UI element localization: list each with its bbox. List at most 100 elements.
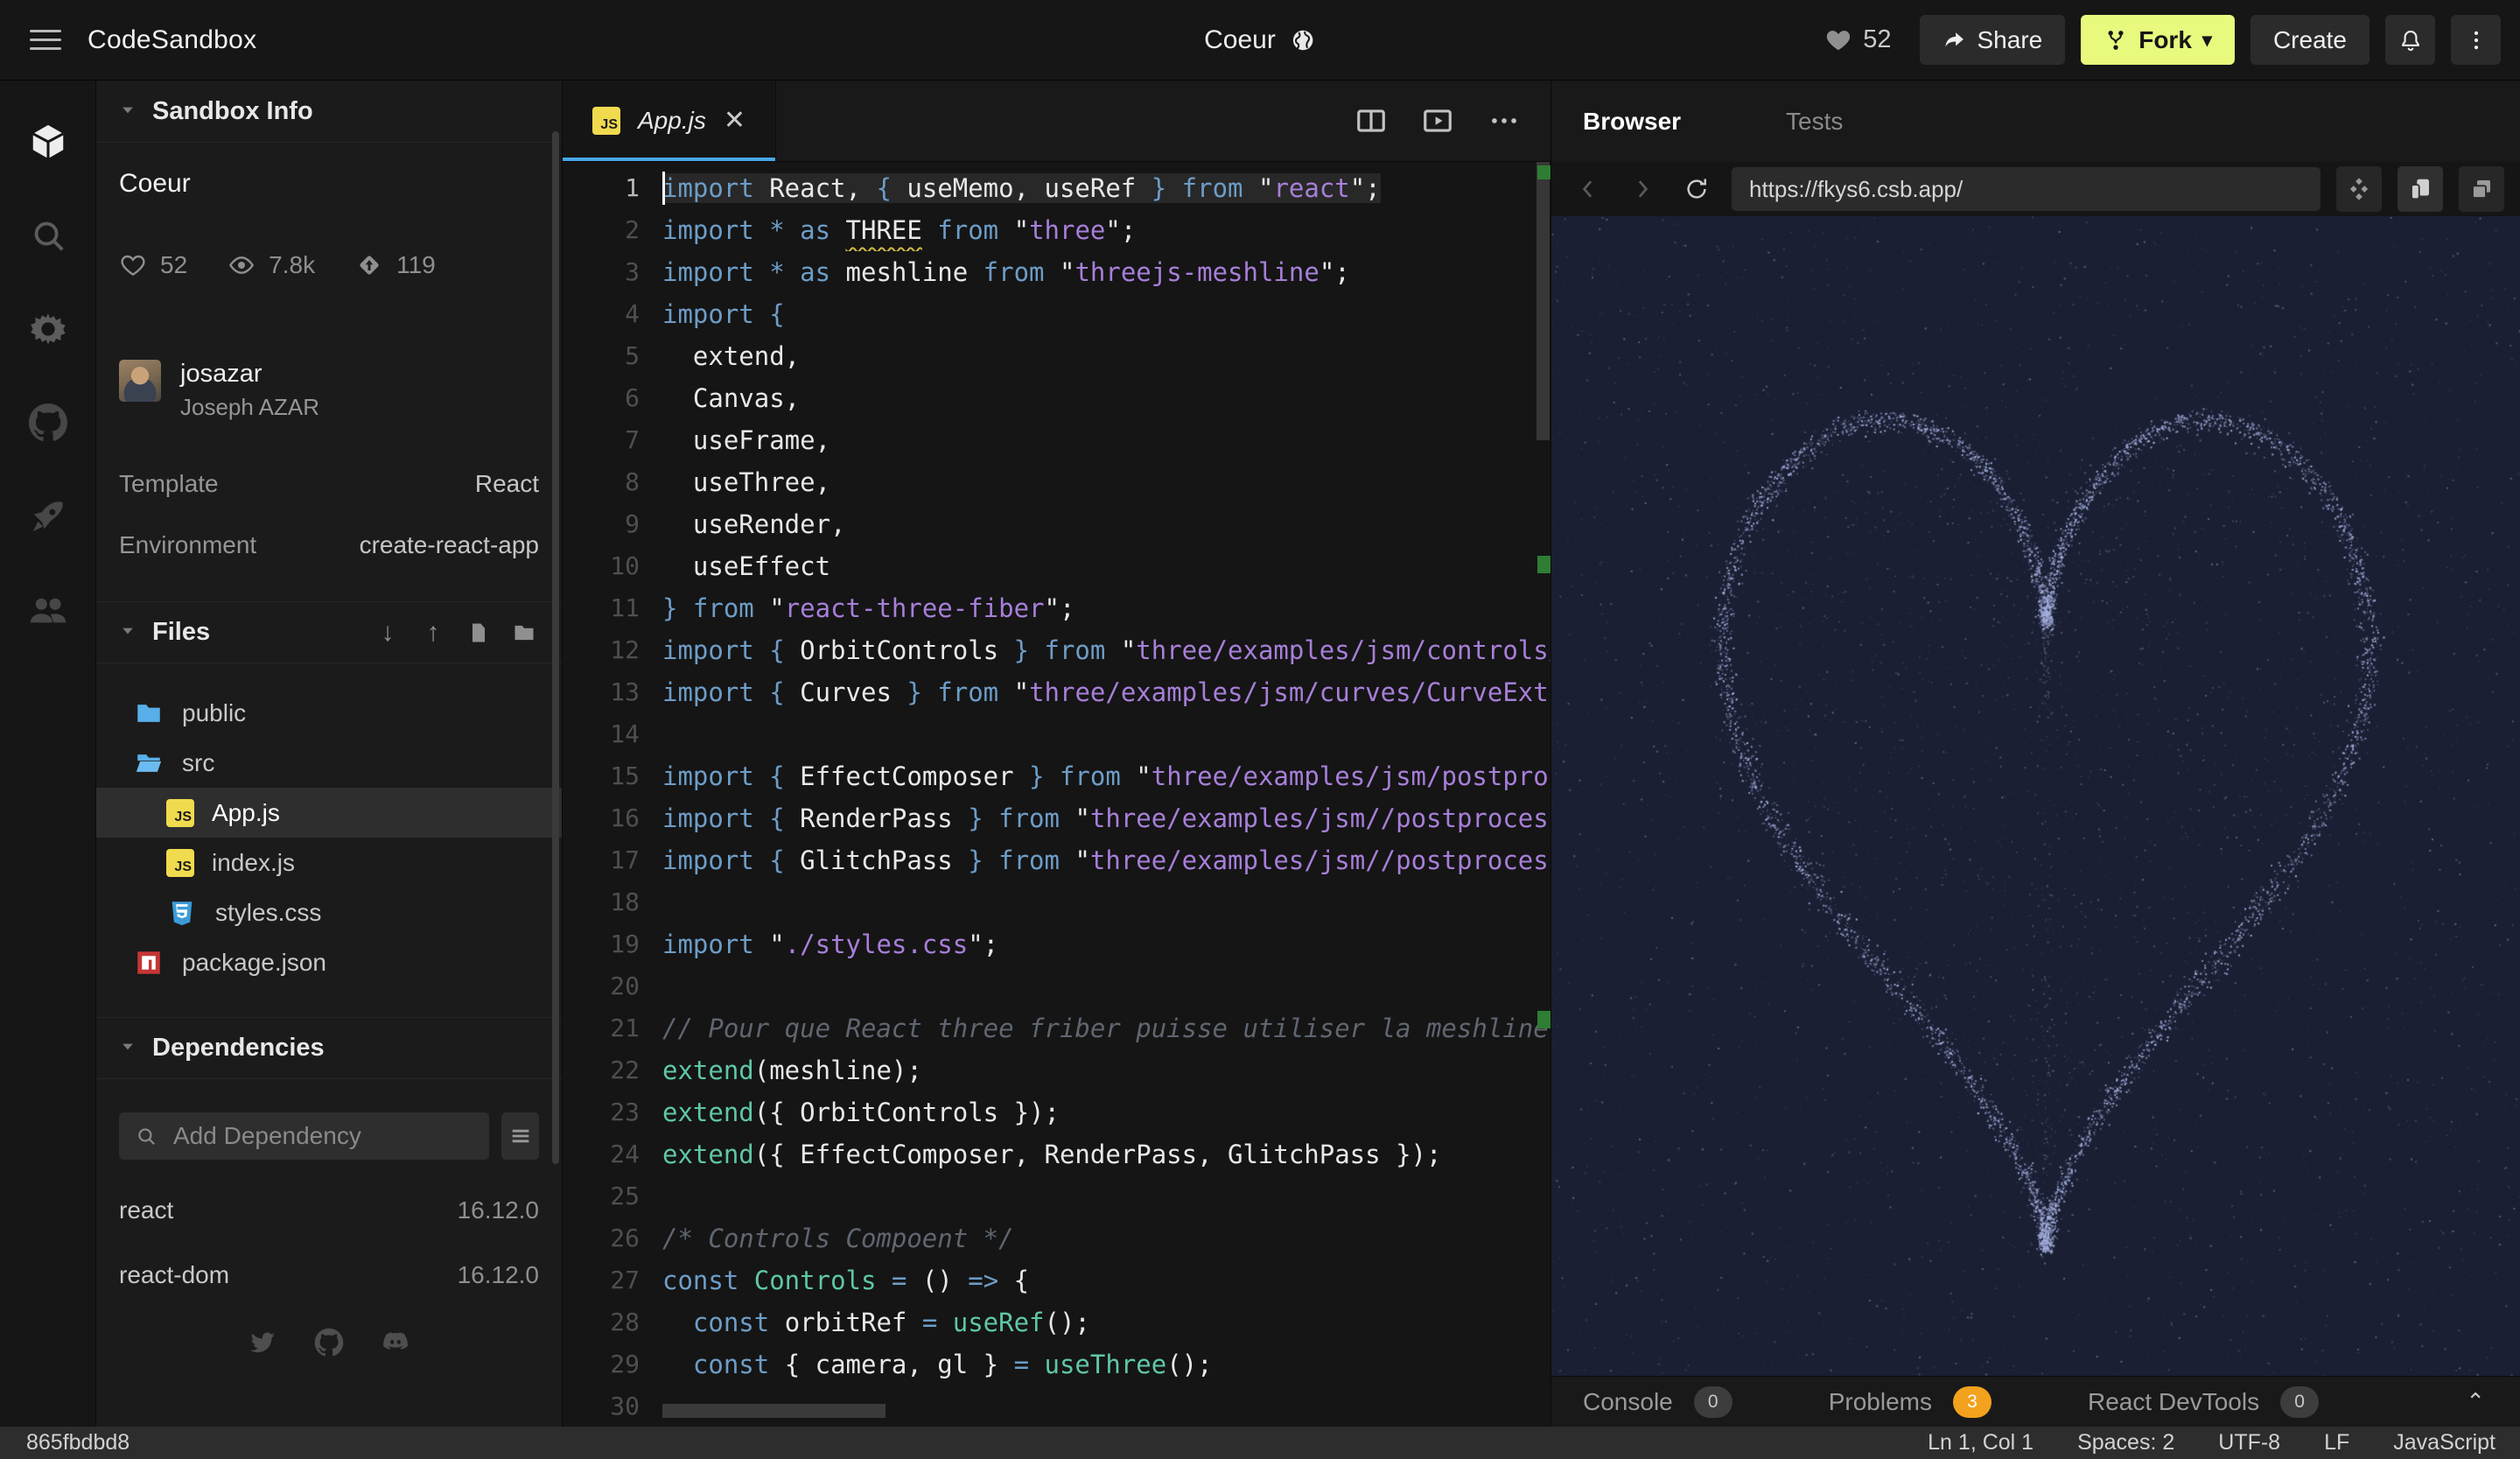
split-editor-icon[interactable]	[1354, 104, 1388, 137]
code-line-15[interactable]: 15 import { EffectComposer } from "three/…	[563, 755, 1550, 797]
preview-tab-browser[interactable]: Browser	[1583, 108, 1681, 136]
open-new-window-icon[interactable]	[2398, 166, 2443, 212]
discord-icon[interactable]	[381, 1328, 410, 1357]
code-line-25[interactable]: 25	[563, 1175, 1550, 1217]
more-options-button[interactable]	[2451, 15, 2501, 65]
url-input[interactable]	[1732, 167, 2320, 211]
sandbox-info-header[interactable]: Sandbox Info	[96, 81, 562, 143]
code-line-19[interactable]: 19 import "./styles.css";	[563, 923, 1550, 965]
preview-canvas[interactable]	[1551, 216, 2520, 1376]
refresh-icon[interactable]	[1677, 170, 1716, 208]
code-line-10[interactable]: 10 useEffect	[563, 545, 1550, 587]
code-line-4[interactable]: 4 import {	[563, 293, 1550, 335]
file-src[interactable]: src	[96, 738, 562, 788]
file-App.js[interactable]: JS App.js	[96, 788, 562, 838]
notifications-button[interactable]	[2385, 15, 2435, 65]
upload-icon[interactable]: ↑	[418, 618, 448, 648]
back-icon[interactable]	[1569, 170, 1607, 208]
code-line-8[interactable]: 8 useThree,	[563, 461, 1550, 503]
devtools-console[interactable]: Console 0	[1583, 1385, 1732, 1418]
menu-icon[interactable]	[30, 30, 61, 50]
author-row[interactable]: josazar Joseph AZAR	[119, 360, 539, 421]
rail-item-rocket[interactable]	[0, 469, 96, 563]
new-folder-icon[interactable]	[509, 618, 539, 648]
share-button[interactable]: Share	[1919, 15, 2066, 65]
close-icon[interactable]: ✕	[724, 108, 746, 134]
dependency-list-button[interactable]	[501, 1112, 539, 1160]
file-index.js[interactable]: JS index.js	[96, 838, 562, 887]
code-line-24[interactable]: 24 extend({ EffectComposer, RenderPass, G…	[563, 1133, 1550, 1175]
add-dependency-input[interactable]	[119, 1112, 489, 1160]
create-button[interactable]: Create	[2250, 15, 2370, 65]
collapse-devtools-icon[interactable]: ⌃	[2466, 1388, 2485, 1415]
code-line-28[interactable]: 28 const orbitRef = useRef();	[563, 1301, 1550, 1343]
status-spaces[interactable]: Spaces: 2	[2077, 1430, 2174, 1455]
new-file-icon[interactable]	[464, 618, 494, 648]
rail-item-users[interactable]	[0, 563, 96, 656]
rail-item-search[interactable]	[0, 188, 96, 282]
app-logo[interactable]: CodeSandbox	[88, 25, 256, 55]
rail-item-github[interactable]	[0, 375, 96, 469]
download-icon[interactable]: ↓	[373, 618, 402, 648]
code-line-13[interactable]: 13 import { Curves } from "three/examples…	[563, 671, 1550, 713]
editor-menu-icon[interactable]	[1488, 104, 1521, 137]
editor-scrollbar[interactable]	[1536, 162, 1550, 440]
file-styles.css[interactable]: styles.css	[96, 887, 562, 937]
like-count[interactable]: 52	[1824, 25, 1892, 54]
devtools-problems[interactable]: Problems 3	[1829, 1385, 1992, 1418]
code-line-6[interactable]: 6 Canvas,	[563, 377, 1550, 419]
status-lf[interactable]: LF	[2324, 1430, 2349, 1455]
rail-item-cube[interactable]	[0, 95, 96, 188]
line-number: 3	[625, 257, 640, 286]
code-line-23[interactable]: 23 extend({ OrbitControls });	[563, 1091, 1550, 1133]
sidebar-scrollbar[interactable]	[552, 131, 559, 1164]
code-line-21[interactable]: 21// Pour que React three friber puisse …	[563, 1007, 1550, 1049]
status-javascript[interactable]: JavaScript	[2393, 1430, 2496, 1455]
code-line-3[interactable]: 3 import * as meshline from "threejs-mesh…	[563, 251, 1550, 293]
code-line-5[interactable]: 5 extend,	[563, 335, 1550, 377]
line-number: 11	[610, 593, 640, 622]
code-line-27[interactable]: 27 const Controls = () => {	[563, 1259, 1550, 1301]
editor-hscrollbar[interactable]	[662, 1404, 886, 1418]
stat-heart-outline: 52	[119, 251, 187, 279]
share-icon	[1942, 28, 1967, 53]
dependencies-header[interactable]: Dependencies	[96, 1017, 562, 1079]
code-line-14[interactable]: 14	[563, 713, 1550, 755]
code-line-17[interactable]: 17 import { GlitchPass } from "three/exam…	[563, 839, 1550, 881]
count-badge: 3	[1953, 1385, 1992, 1418]
rail-item-gear[interactable]	[0, 282, 96, 375]
github-icon[interactable]	[314, 1328, 344, 1357]
dependency-react[interactable]: react 16.12.0	[96, 1196, 562, 1224]
forward-icon[interactable]	[1623, 170, 1662, 208]
file-package.json[interactable]: package.json	[96, 937, 562, 987]
code-area[interactable]: 1 import React, { useMemo, useRef } from …	[563, 162, 1550, 1427]
code-line-16[interactable]: 16 import { RenderPass } from "three/exam…	[563, 797, 1550, 839]
code-line-18[interactable]: 18	[563, 881, 1550, 923]
line-number: 22	[610, 1056, 640, 1084]
code-line-2[interactable]: 2 import * as THREE from "three";	[563, 209, 1550, 251]
status-ln[interactable]: Ln 1, Col 1	[1928, 1430, 2034, 1455]
code-line-12[interactable]: 12 import { OrbitControls } from "three/e…	[563, 629, 1550, 671]
sandbox-stats: 52 7.8k 119	[119, 251, 539, 279]
status-utf-8[interactable]: UTF-8	[2218, 1430, 2280, 1455]
tab-appjs[interactable]: JS App.js ✕	[563, 81, 776, 161]
files-header[interactable]: Files ↓ ↑	[96, 601, 562, 663]
responsive-preview-icon[interactable]	[2336, 166, 2382, 212]
preview-viewport	[1551, 216, 2520, 1376]
devtools-react-devtools[interactable]: React DevTools 0	[2088, 1385, 2320, 1418]
dependency-react-dom[interactable]: react-dom 16.12.0	[96, 1261, 562, 1289]
code-line-11[interactable]: 11} from "react-three-fiber";	[563, 587, 1550, 629]
code-line-20[interactable]: 20	[563, 965, 1550, 1007]
code-line-26[interactable]: 26/* Controls Compoent */	[563, 1217, 1550, 1259]
duplicate-preview-icon[interactable]	[2459, 166, 2504, 212]
fork-button[interactable]: Fork ▾	[2081, 15, 2235, 65]
open-preview-icon[interactable]	[1421, 104, 1454, 137]
code-line-22[interactable]: 22 extend(meshline);	[563, 1049, 1550, 1091]
preview-tab-tests[interactable]: Tests	[1786, 108, 1843, 136]
file-public[interactable]: public	[96, 688, 562, 738]
code-line-1[interactable]: 1 import React, { useMemo, useRef } from …	[563, 167, 1550, 209]
twitter-icon[interactable]	[248, 1328, 277, 1357]
code-line-7[interactable]: 7 useFrame,	[563, 419, 1550, 461]
code-line-9[interactable]: 9 useRender,	[563, 503, 1550, 545]
code-line-29[interactable]: 29 const { camera, gl } = useThree();	[563, 1343, 1550, 1385]
